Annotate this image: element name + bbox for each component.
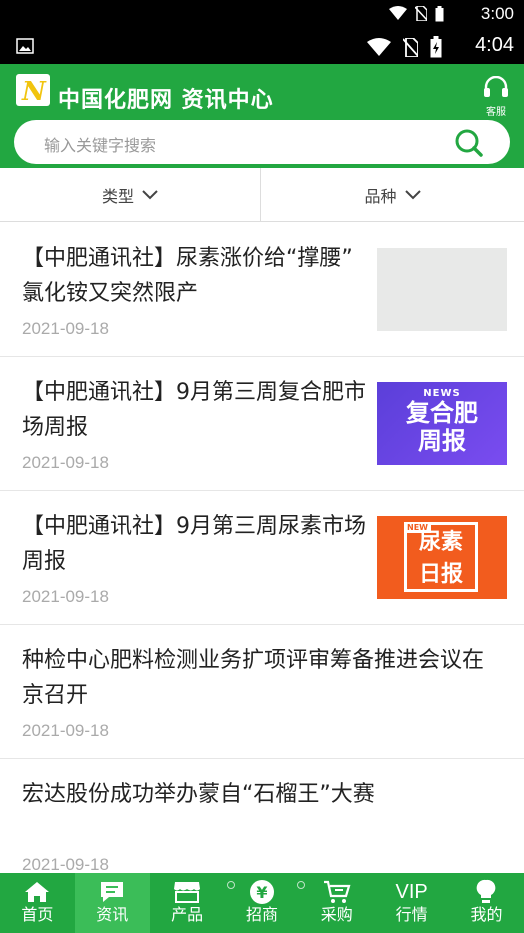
news-date: 2021-09-18 — [22, 319, 109, 338]
variety-filter-dropdown[interactable]: 品种 — [262, 168, 523, 222]
thumbnail-frame: NEW 尿素 日报 — [404, 522, 478, 592]
tab-news[interactable]: 资讯 — [74, 873, 150, 933]
chevron-down-icon — [404, 190, 421, 200]
news-date: 2021-09-18 — [22, 855, 109, 873]
tab-purchase[interactable]: 采购 — [299, 873, 374, 933]
svg-text:¥: ¥ — [256, 883, 267, 902]
news-date: 2021-09-18 — [22, 453, 109, 472]
home-icon — [25, 882, 50, 902]
news-title: 【中肥通讯社】9月第三周复合肥市场周报 — [22, 380, 366, 440]
chevron-down-icon — [142, 190, 158, 200]
tab-label: 资讯 — [96, 905, 129, 924]
status-time-secondary: 3:00 — [480, 4, 514, 23]
list-item[interactable]: 【中肥通讯社】尿素涨价给“撑腰” 氯化铵又突然限产 2021-09-18 — [0, 223, 524, 357]
tab-label: 行情 — [395, 905, 428, 924]
variety-filter-label: 品种 — [364, 187, 397, 206]
page-title: 中国化肥网 资讯中心 — [58, 88, 274, 113]
status-bar: 4:04 — [0, 28, 524, 64]
tab-market[interactable]: VIP 行情 — [374, 873, 449, 933]
list-item[interactable]: 种检中心肥料检测业务扩项评审筹备推进会议在京召开 2021-09-18 — [0, 625, 524, 759]
thumbnail-tag: NEWS — [423, 388, 461, 399]
wifi-icon — [367, 38, 391, 56]
status-icons-secondary — [389, 6, 444, 22]
status-icons — [367, 36, 442, 58]
list-item[interactable]: 宏达股份成功举办蒙自“石榴王”大赛 2021-09-18 — [0, 759, 524, 873]
news-thumbnail: NEW 尿素 日报 — [377, 516, 507, 599]
battery-icon — [435, 6, 444, 22]
news-date: 2021-09-18 — [22, 587, 109, 606]
tab-label: 招商 — [245, 905, 278, 924]
news-date: 2021-09-18 — [22, 721, 109, 740]
wifi-icon — [389, 6, 407, 20]
tab-label: 采购 — [320, 905, 353, 924]
search-icon[interactable] — [454, 128, 484, 158]
news-title: 【中肥通讯社】9月第三周尿素市场周报 — [22, 514, 366, 574]
image-notification-icon — [16, 38, 34, 54]
customer-service-label: 客服 — [486, 107, 506, 118]
list-item[interactable]: 【中肥通讯社】9月第三周复合肥市场周报 2021-09-18 NEWS 复合肥 … — [0, 357, 524, 491]
thumbnail-text: 周报 — [418, 427, 466, 455]
news-thumbnail: NEWS 复合肥 周报 — [377, 382, 507, 465]
status-bar-secondary: 3:00 — [0, 0, 524, 28]
customer-service-button[interactable]: 客服 — [482, 75, 510, 118]
thumbnail-text: 尿素 — [418, 530, 463, 555]
bottom-tab-bar: 首页 资讯 产品 ¥ 招商 采购 VIP 行情 我的 — [0, 873, 524, 933]
news-list: 【中肥通讯社】尿素涨价给“撑腰” 氯化铵又突然限产 2021-09-18 【中肥… — [0, 223, 524, 873]
no-sim-icon — [403, 37, 418, 57]
news-title: 种检中心肥料检测业务扩项评审筹备推进会议在京召开 — [22, 648, 485, 708]
filter-bar: 类型 品种 — [0, 168, 524, 222]
thumbnail-text: 复合肥 — [406, 399, 478, 427]
headset-icon — [484, 75, 508, 97]
app-logo: N — [16, 74, 50, 107]
news-title: 【中肥通讯社】尿素涨价给“撑腰” 氯化铵又突然限产 — [22, 246, 353, 306]
list-item[interactable]: 【中肥通讯社】9月第三周尿素市场周报 2021-09-18 NEW 尿素 日报 — [0, 491, 524, 625]
tab-home[interactable]: 首页 — [0, 873, 75, 933]
tab-products[interactable]: 产品 — [150, 873, 225, 933]
news-thumbnail — [377, 248, 507, 331]
tab-label: 我的 — [470, 905, 503, 924]
tab-investment[interactable]: ¥ 招商 — [225, 873, 306, 933]
tab-label: 首页 — [21, 905, 54, 924]
news-title: 宏达股份成功举办蒙自“石榴王”大赛 — [22, 782, 375, 807]
tab-mine[interactable]: 我的 — [449, 873, 524, 933]
tab-label: 产品 — [171, 905, 204, 924]
thumbnail-text: 日报 — [418, 562, 463, 587]
search-bar[interactable]: 输入关键字搜索 — [14, 120, 510, 164]
store-icon — [174, 882, 201, 903]
search-input[interactable]: 输入关键字搜索 — [44, 132, 156, 156]
no-sim-icon — [415, 6, 427, 21]
thumbnail-tag: NEW — [404, 522, 431, 533]
type-filter-dropdown[interactable]: 类型 — [0, 168, 261, 222]
battery-charging-icon — [430, 36, 442, 58]
type-filter-label: 类型 — [101, 187, 134, 206]
status-time: 4:04 — [475, 34, 514, 56]
